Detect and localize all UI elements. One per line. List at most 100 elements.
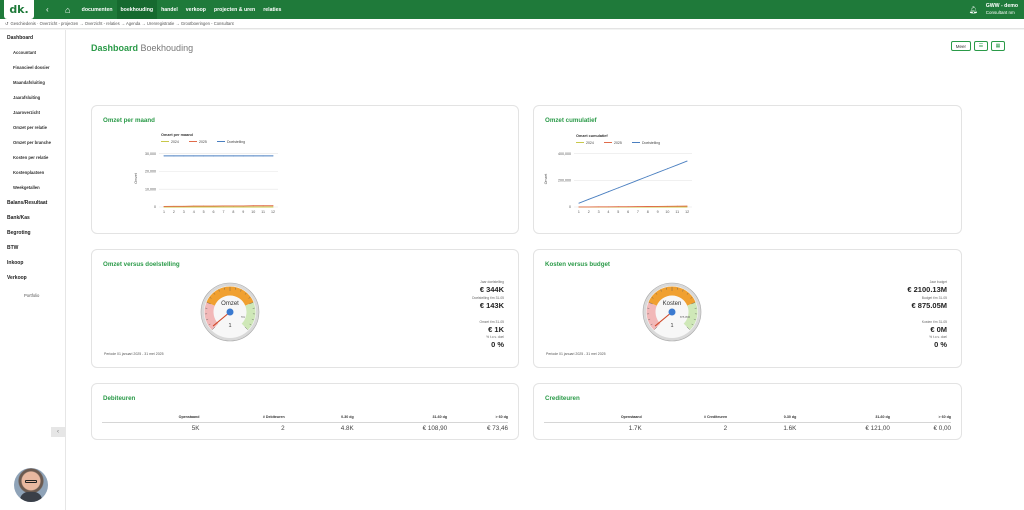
- data-point[interactable]: [183, 205, 185, 207]
- column-header[interactable]: # Crediteuren: [641, 413, 728, 423]
- data-point[interactable]: [637, 179, 639, 181]
- data-point[interactable]: [647, 206, 649, 207]
- data-point[interactable]: [223, 206, 224, 208]
- data-point[interactable]: [203, 155, 205, 157]
- user-menu[interactable]: GWW - demo Consultant nm: [986, 3, 1018, 16]
- data-point[interactable]: [588, 198, 590, 200]
- data-point[interactable]: [657, 172, 659, 174]
- bell-icon[interactable]: 🔔︎: [969, 6, 978, 14]
- data-point[interactable]: [242, 155, 244, 157]
- sidebar-item-omzet-per-branche[interactable]: Omzet per branche: [0, 135, 65, 150]
- column-header[interactable]: 0-30 dg: [284, 413, 354, 423]
- data-point[interactable]: [272, 155, 274, 157]
- column-header[interactable]: > 60 dg: [889, 413, 951, 423]
- sidebar-collapse-button[interactable]: ‹: [51, 427, 65, 437]
- legend-entry[interactable]: 2024: [171, 140, 179, 144]
- data-point[interactable]: [252, 155, 254, 157]
- data-point[interactable]: [193, 205, 195, 207]
- sidebar-footer-link[interactable]: Portfolio: [0, 285, 65, 305]
- sidebar-item-maandafsluiting[interactable]: Maandafsluiting: [0, 75, 65, 90]
- data-point[interactable]: [676, 205, 678, 207]
- data-point[interactable]: [588, 206, 590, 208]
- data-point[interactable]: [163, 206, 165, 207]
- data-point[interactable]: [232, 206, 234, 208]
- data-point[interactable]: [203, 205, 205, 207]
- home-icon[interactable]: ⌂: [62, 5, 74, 15]
- data-point[interactable]: [262, 205, 264, 207]
- column-header[interactable]: 31-60 dg: [796, 413, 890, 423]
- sidebar-item-weekgetallen[interactable]: Weekgetallen: [0, 180, 65, 195]
- data-point[interactable]: [173, 155, 175, 157]
- data-point[interactable]: [242, 206, 244, 208]
- data-point[interactable]: [193, 206, 195, 208]
- chevron-left-icon[interactable]: ‹: [46, 5, 49, 14]
- data-point[interactable]: [183, 155, 185, 157]
- data-point[interactable]: [647, 175, 649, 177]
- legend-entry[interactable]: Doelstelling: [227, 140, 245, 144]
- data-point[interactable]: [252, 205, 254, 207]
- data-point[interactable]: [617, 187, 619, 189]
- legend-entry[interactable]: 2025: [199, 140, 207, 144]
- sidebar-item-jaaroverzicht[interactable]: Jaaroverzicht: [0, 105, 65, 120]
- sidebar-item-accountant[interactable]: Accountant: [0, 45, 65, 60]
- column-header[interactable]: > 60 dg: [447, 413, 508, 423]
- data-point[interactable]: [578, 202, 580, 204]
- data-point[interactable]: [203, 206, 205, 208]
- data-point[interactable]: [272, 205, 274, 207]
- data-point[interactable]: [676, 164, 678, 166]
- avatar[interactable]: [14, 468, 48, 502]
- data-point[interactable]: [252, 206, 254, 208]
- data-point[interactable]: [223, 155, 224, 157]
- breadcrumb-text[interactable]: Geschiedenis · Overzicht - projecten → O…: [11, 21, 234, 26]
- legend-entry[interactable]: 2024: [586, 141, 594, 145]
- sidebar-group-inkoop[interactable]: Inkoop: [0, 255, 65, 270]
- data-point[interactable]: [657, 205, 659, 207]
- data-point[interactable]: [617, 206, 619, 208]
- data-point[interactable]: [163, 155, 165, 157]
- data-point[interactable]: [242, 205, 244, 207]
- sidebar-group-btw[interactable]: BTW: [0, 240, 65, 255]
- legend-entry[interactable]: 2025: [614, 141, 622, 145]
- sidebar-group-balans-resultaat[interactable]: Balans/Resultaat: [0, 195, 65, 210]
- calendar-button[interactable]: ▦: [991, 41, 1005, 51]
- data-point[interactable]: [598, 206, 600, 208]
- column-header[interactable]: 0-30 dg: [727, 413, 797, 423]
- data-point[interactable]: [173, 205, 175, 207]
- data-point[interactable]: [193, 155, 195, 157]
- data-point[interactable]: [598, 195, 600, 196]
- column-header[interactable]: Openstaand: [102, 413, 200, 423]
- sidebar-item-financieel-dossier[interactable]: Financieel dossier: [0, 60, 65, 75]
- data-point[interactable]: [213, 155, 214, 157]
- data-point[interactable]: [262, 155, 264, 157]
- data-point[interactable]: [627, 206, 629, 208]
- column-header[interactable]: 31-60 dg: [353, 413, 448, 423]
- data-point[interactable]: [627, 183, 629, 185]
- sidebar-item-jaarafsluiting[interactable]: Jaarafsluiting: [0, 90, 65, 105]
- sidebar-group-verkoop[interactable]: Verkoop: [0, 270, 65, 285]
- meer-button[interactable]: Meer: [950, 41, 971, 51]
- sidebar-group-bank-kas[interactable]: Bank/Kas: [0, 210, 65, 225]
- data-point[interactable]: [232, 205, 234, 207]
- table-row[interactable]: 5K 2 4.8K € 108,90 € 73,46: [102, 422, 508, 435]
- legend-entry[interactable]: Doelstelling: [642, 141, 660, 145]
- nav-item-projecten-uren[interactable]: projecten & uren: [210, 0, 259, 19]
- nav-item-documenten[interactable]: documenten: [78, 0, 117, 19]
- data-point[interactable]: [686, 160, 688, 162]
- data-point[interactable]: [607, 206, 609, 208]
- data-point[interactable]: [666, 168, 668, 170]
- data-point[interactable]: [676, 206, 678, 208]
- column-header[interactable]: # Debiteuren: [199, 413, 285, 423]
- data-point[interactable]: [666, 205, 668, 207]
- data-point[interactable]: [637, 206, 639, 208]
- data-point[interactable]: [272, 206, 274, 208]
- sidebar-group-dashboard[interactable]: Dashboard: [0, 30, 65, 45]
- sidebar-item-kosten-per-relatie[interactable]: Kosten per relatie: [0, 150, 65, 165]
- nav-item-verkoop[interactable]: verkoop: [182, 0, 210, 19]
- nav-item-boekhouding[interactable]: boekhouding: [116, 0, 158, 19]
- nav-item-handel[interactable]: handel: [157, 0, 182, 19]
- data-point[interactable]: [262, 206, 264, 208]
- table-row[interactable]: 1.7K 2 1.6K € 121,00 € 0,00: [544, 422, 951, 435]
- data-point[interactable]: [213, 205, 214, 207]
- column-header[interactable]: Openstaand: [544, 413, 642, 423]
- logo[interactable]: dk.: [4, 0, 34, 19]
